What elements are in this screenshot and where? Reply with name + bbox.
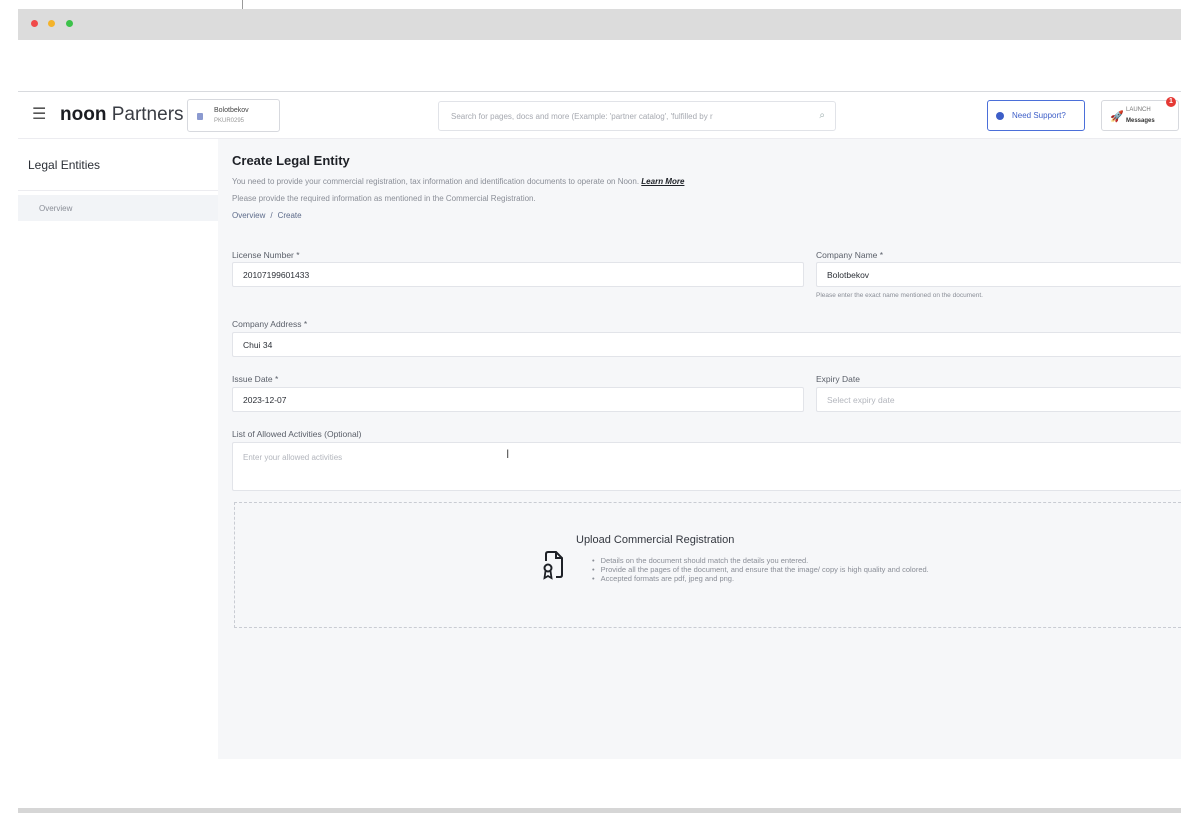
sidebar: Legal Entities Overview <box>18 139 218 759</box>
company-name-label: Company Name * <box>816 250 884 260</box>
page-description: You need to provide your commercial regi… <box>232 177 685 186</box>
expiry-date-label: Expiry Date <box>816 374 860 384</box>
top-header: ☰ noon Partners Bolotbekov PKUR0295 Sear… <box>18 92 1181 139</box>
allowed-activities-textarea[interactable]: Enter your allowed activities <box>232 442 1181 491</box>
bottom-divider <box>18 808 1181 813</box>
expiry-date-field[interactable]: Select expiry date <box>816 387 1181 412</box>
app-window: ☰ noon Partners Bolotbekov PKUR0295 Sear… <box>18 91 1181 759</box>
account-id: PKUR0295 <box>214 118 245 124</box>
need-support-button[interactable]: Need Support? <box>987 100 1085 131</box>
account-switcher[interactable]: Bolotbekov PKUR0295 <box>187 99 280 132</box>
notification-badge: 1 <box>1166 97 1176 107</box>
upload-requirement-item: Provide all the pages of the document, a… <box>592 565 929 574</box>
page-instructions: Please provide the required information … <box>232 194 536 203</box>
sidebar-title: Legal Entities <box>28 158 101 172</box>
search-icon: ⌕ <box>819 110 825 121</box>
maximize-window-dot[interactable] <box>66 20 73 27</box>
breadcrumb: Overview / Create <box>232 211 302 220</box>
main-content: Create Legal Entity You need to provide … <box>218 139 1181 759</box>
page-title: Create Legal Entity <box>232 153 350 168</box>
need-support-label: Need Support? <box>1012 111 1066 120</box>
close-window-dot[interactable] <box>31 20 38 27</box>
upload-dropzone[interactable]: Upload Commercial Registration Details o… <box>234 502 1181 628</box>
upload-requirements: Details on the document should match the… <box>592 556 929 583</box>
breadcrumb-create: Create <box>277 211 302 220</box>
sidebar-item-label: Overview <box>39 204 73 213</box>
breadcrumb-overview[interactable]: Overview <box>232 211 265 220</box>
issue-date-label: Issue Date * <box>232 374 279 384</box>
messages-label: Messages <box>1126 118 1155 124</box>
sidebar-divider <box>18 190 218 191</box>
company-name-hint: Please enter the exact name mentioned on… <box>816 292 983 299</box>
launch-label: LAUNCH <box>1126 107 1151 113</box>
support-icon <box>996 112 1004 120</box>
company-address-field[interactable]: Chui 34 <box>232 332 1181 357</box>
upload-requirement-item: Accepted formats are pdf, jpeg and png. <box>592 574 929 583</box>
document-certificate-icon <box>543 551 563 580</box>
rocket-icon: 🚀 <box>1110 111 1124 123</box>
company-address-label: Company Address * <box>232 319 308 329</box>
license-number-label: License Number * <box>232 250 300 260</box>
logo[interactable]: noon Partners <box>60 104 184 126</box>
issue-date-field[interactable]: 2023-12-07 <box>232 387 804 412</box>
license-number-field[interactable]: 20107199601433 <box>232 262 804 287</box>
account-name: Bolotbekov <box>214 107 249 114</box>
minimize-window-dot[interactable] <box>48 20 55 27</box>
search-placeholder: Search for pages, docs and more (Example… <box>451 112 713 121</box>
learn-more-link[interactable]: Learn More <box>641 177 684 186</box>
upload-requirement-item: Details on the document should match the… <box>592 556 929 565</box>
store-icon <box>197 113 203 120</box>
text-cursor-icon: I <box>506 447 510 461</box>
browser-chrome <box>18 9 1181 40</box>
upload-title: Upload Commercial Registration <box>576 534 735 546</box>
menu-icon[interactable]: ☰ <box>32 107 46 123</box>
sidebar-item-overview[interactable]: Overview <box>18 195 218 221</box>
company-name-field[interactable]: Bolotbekov <box>816 262 1181 287</box>
search-input[interactable]: Search for pages, docs and more (Example… <box>438 101 836 131</box>
allowed-activities-label: List of Allowed Activities (Optional) <box>232 429 362 439</box>
